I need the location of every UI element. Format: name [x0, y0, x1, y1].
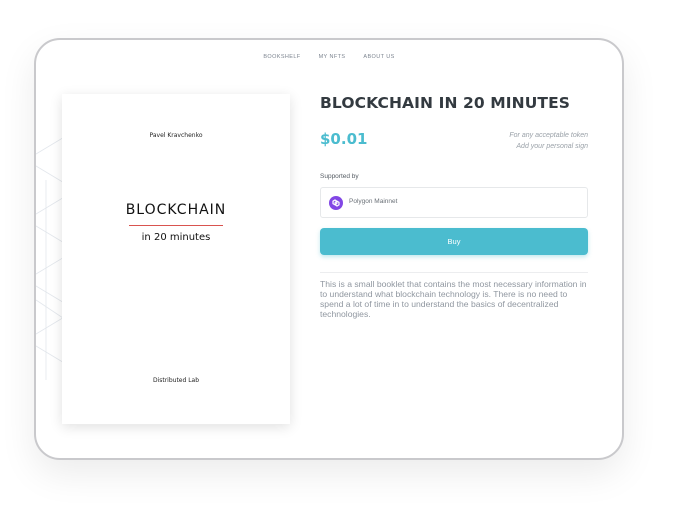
cover-publisher: Distributed Lab: [152, 377, 200, 384]
cover-rule: [129, 225, 223, 226]
supported-by-label: Supported by: [320, 173, 359, 180]
token-note: For any acceptable token Add your person…: [509, 130, 588, 152]
polygon-logo-icon: [329, 196, 343, 210]
network-label: Polygon Mainnet: [349, 198, 398, 205]
product-price: $0.01: [320, 130, 368, 148]
buy-button[interactable]: Buy: [320, 228, 588, 255]
divider: [320, 272, 588, 273]
nav-about-us[interactable]: ABOUT US: [363, 54, 394, 60]
buy-button-label: Buy: [447, 237, 461, 246]
token-note-line1: For any acceptable token: [509, 132, 588, 139]
cover-author: Pavel Kravchenko: [149, 132, 203, 139]
token-note-line2: Add your personal sign: [516, 143, 588, 150]
top-nav: BOOKSHELF MY NFTS ABOUT US: [36, 54, 622, 60]
cover-subtitle: in 20 minutes: [141, 232, 211, 243]
network-selector[interactable]: Polygon Mainnet: [320, 187, 588, 218]
product-description: This is a small booklet that contains th…: [320, 279, 587, 319]
book-cover: Pavel Kravchenko BLOCKCHAIN in 20 minute…: [62, 94, 290, 424]
product-title: BLOCKCHAIN IN 20 MINUTES: [320, 94, 571, 112]
nav-my-nfts[interactable]: MY NFTS: [319, 54, 346, 60]
nav-bookshelf[interactable]: BOOKSHELF: [263, 54, 300, 60]
device-frame: BOOKSHELF MY NFTS ABOUT US Pavel Kravche…: [34, 38, 624, 460]
cover-title: BLOCKCHAIN: [125, 202, 227, 218]
